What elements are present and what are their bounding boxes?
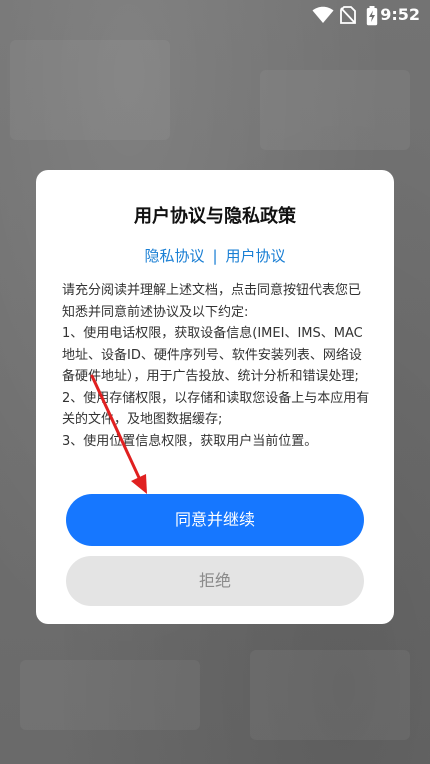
agreement-paragraph: 1、使用电话权限，获取设备信息(IMEI、IMS、MAC地址、设备ID、硬件序列… xyxy=(62,326,363,384)
agreement-paragraph: 3、使用位置信息权限，获取用户当前位置。 xyxy=(62,433,318,449)
agreement-paragraph: 请充分阅读并理解上述文档，点击同意按钮代表您已知悉并同意前述协议及以下约定: xyxy=(62,283,362,320)
privacy-policy-link[interactable]: 隐私协议 xyxy=(144,247,204,265)
wifi-icon xyxy=(312,6,334,28)
user-agreement-link[interactable]: 用户协议 xyxy=(226,247,286,265)
battery-charging-icon xyxy=(366,6,378,30)
link-separator: | xyxy=(212,247,218,265)
background-shape xyxy=(260,70,410,150)
background-shape xyxy=(10,40,170,140)
no-sim-icon xyxy=(340,6,356,28)
agreement-paragraph: 2、使用存储权限，以存储和读取您设备上与本应用有关的文件，及地图数据缓存; xyxy=(62,390,370,428)
background-shape xyxy=(250,650,410,740)
agreement-links: 隐私协议 | 用户协议 xyxy=(36,245,394,267)
reject-button[interactable]: 拒绝 xyxy=(66,556,364,606)
status-bar: 9:52 xyxy=(0,0,430,30)
privacy-dialog: 用户协议与隐私政策 隐私协议 | 用户协议 请充分阅读并理解上述文档，点击同意按钮代… xyxy=(36,170,394,624)
dialog-title: 用户协议与隐私政策 xyxy=(134,206,296,227)
status-time: 9:52 xyxy=(380,5,420,24)
agreement-body: 请充分阅读并理解上述文档，点击同意按钮代表您已知悉并同意前述协议及以下约定: 1… xyxy=(62,280,372,452)
background-shape xyxy=(20,660,200,730)
agree-button[interactable]: 同意并继续 xyxy=(66,494,364,546)
